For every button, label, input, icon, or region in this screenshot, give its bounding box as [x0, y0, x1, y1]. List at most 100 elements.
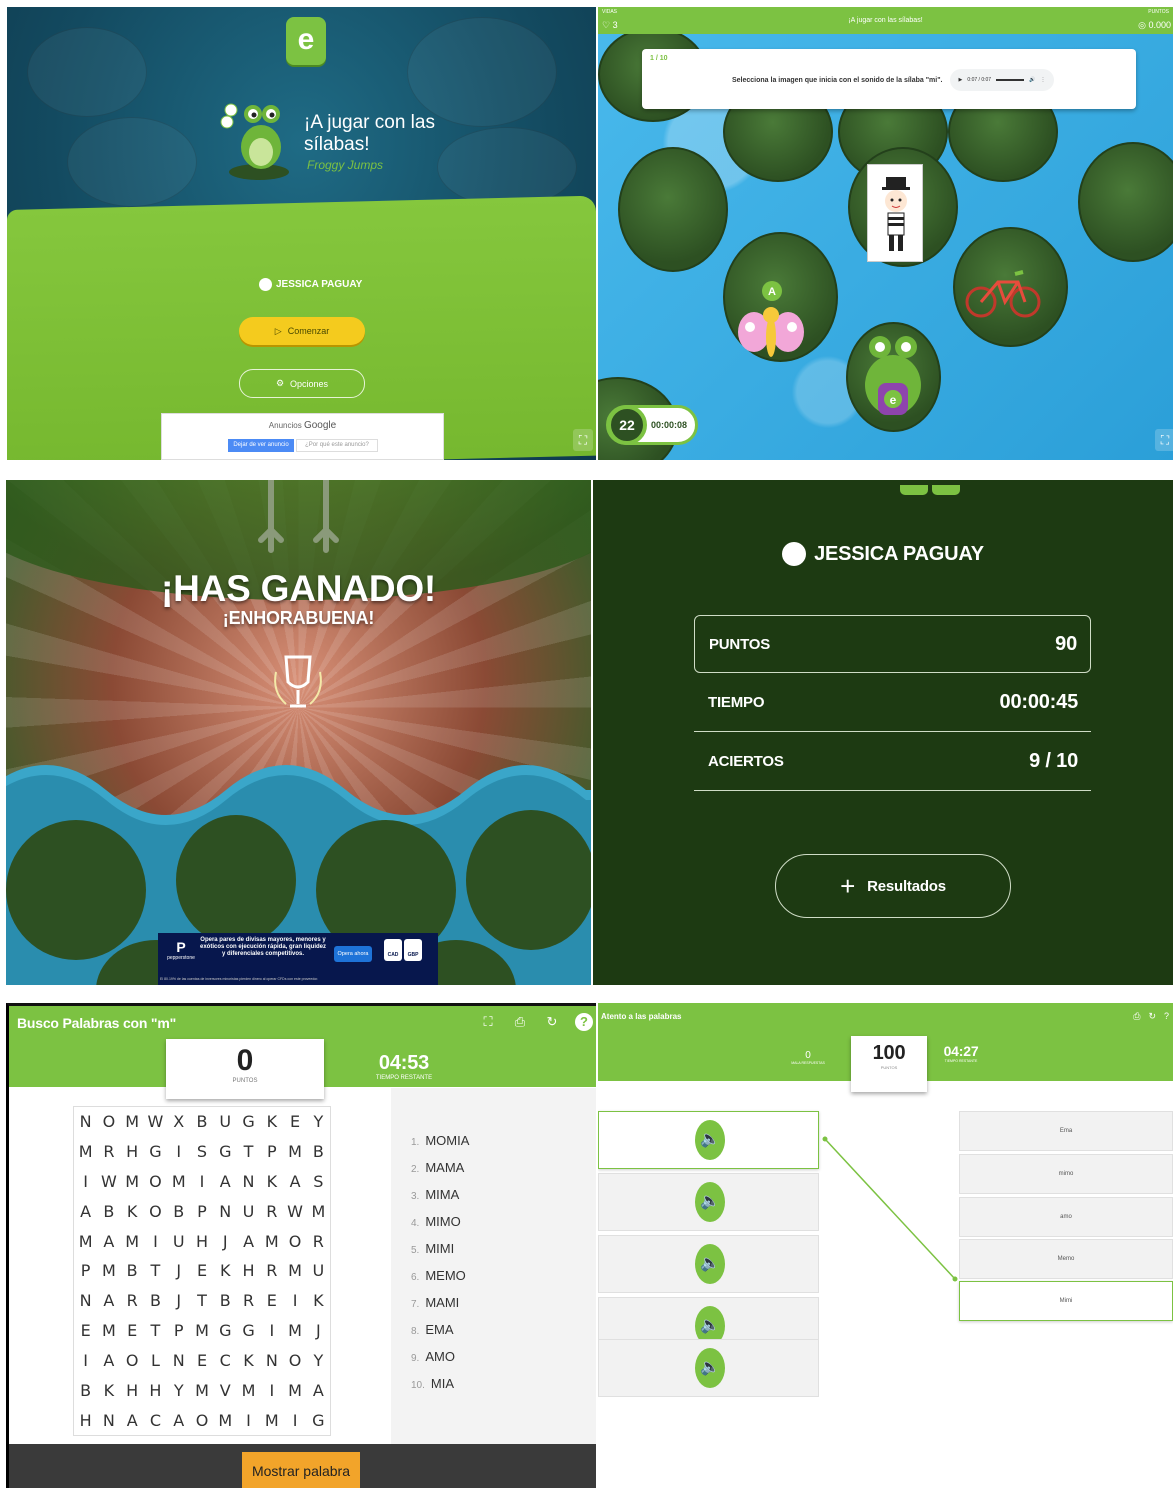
speaker-icon[interactable]: 🔈	[695, 1348, 725, 1388]
show-word-button[interactable]: Mostrar palabra	[242, 1452, 360, 1488]
grid-letter[interactable]: K	[220, 1261, 231, 1280]
audio-progress[interactable]	[996, 79, 1025, 81]
grid-letter[interactable]: M	[242, 1381, 256, 1400]
grid-letter[interactable]: G	[242, 1321, 254, 1340]
grid-letter[interactable]: N	[103, 1411, 115, 1430]
grid-letter[interactable]: B	[313, 1142, 324, 1161]
grid-letter[interactable]: K	[104, 1381, 115, 1400]
play-icon[interactable]: ▶	[959, 77, 963, 83]
grid-letter[interactable]: E	[197, 1351, 207, 1370]
grid-letter[interactable]: I	[293, 1291, 298, 1310]
grid-letter[interactable]: I	[200, 1172, 205, 1191]
grid-letter[interactable]: O	[149, 1172, 162, 1191]
grid-letter[interactable]: B	[197, 1112, 208, 1131]
grid-letter[interactable]: V	[220, 1381, 231, 1400]
grid-letter[interactable]: I	[153, 1232, 158, 1251]
grid-letter[interactable]: P	[81, 1261, 91, 1280]
more-icon[interactable]: ⋮	[1040, 77, 1045, 83]
grid-letter[interactable]: O	[126, 1351, 139, 1370]
grid-letter[interactable]: E	[267, 1291, 277, 1310]
letter-grid[interactable]: NOMWXBUGKEYMRHGISGTPMBIWMOMIANKASABKOBPN…	[73, 1106, 331, 1436]
grid-letter[interactable]: B	[220, 1291, 231, 1310]
fullscreen-icon[interactable]: ⛶	[479, 1013, 497, 1031]
grid-letter[interactable]: Y	[313, 1112, 323, 1131]
grid-letter[interactable]: K	[267, 1172, 278, 1191]
grid-letter[interactable]: M	[288, 1142, 302, 1161]
grid-letter[interactable]: G	[312, 1411, 324, 1430]
grid-letter[interactable]: M	[79, 1232, 93, 1251]
grid-letter[interactable]: G	[219, 1142, 231, 1161]
grid-letter[interactable]: A	[313, 1381, 324, 1400]
grid-letter[interactable]: R	[243, 1291, 254, 1310]
grid-letter[interactable]: O	[149, 1202, 162, 1221]
grid-letter[interactable]: E	[290, 1112, 300, 1131]
grid-letter[interactable]: H	[243, 1261, 255, 1280]
grid-letter[interactable]: N	[266, 1351, 278, 1370]
grid-letter[interactable]: H	[126, 1142, 138, 1161]
grid-letter[interactable]: M	[218, 1411, 232, 1430]
grid-letter[interactable]: M	[265, 1411, 279, 1430]
grid-letter[interactable]: K	[243, 1351, 254, 1370]
speaker-icon[interactable]: 🔈	[695, 1120, 725, 1160]
grid-letter[interactable]: H	[149, 1381, 161, 1400]
grid-letter[interactable]: M	[265, 1232, 279, 1251]
start-button[interactable]: ▷ Comenzar	[239, 317, 365, 345]
grid-letter[interactable]: I	[269, 1381, 274, 1400]
grid-letter[interactable]: A	[220, 1172, 231, 1191]
grid-letter[interactable]: M	[288, 1261, 302, 1280]
grid-letter[interactable]: K	[313, 1291, 324, 1310]
grid-letter[interactable]: M	[79, 1142, 93, 1161]
audio-card[interactable]: 🔈	[598, 1173, 819, 1231]
grid-letter[interactable]: B	[80, 1381, 91, 1400]
pepperstone-ad[interactable]: Ppepperstone Opera pares de divisas mayo…	[158, 933, 438, 985]
word-card[interactable]: amo	[959, 1197, 1173, 1237]
speaker-icon[interactable]: 🔈	[695, 1244, 725, 1284]
grid-letter[interactable]: H	[126, 1381, 138, 1400]
volume-icon[interactable]: 🔊	[1029, 77, 1035, 83]
grid-letter[interactable]: A	[80, 1202, 91, 1221]
grid-letter[interactable]: U	[219, 1112, 231, 1131]
word-card[interactable]: mimo	[959, 1154, 1173, 1194]
fullscreen-icon[interactable]: ⛶	[1155, 429, 1173, 451]
grid-letter[interactable]: S	[313, 1172, 323, 1191]
grid-letter[interactable]: E	[197, 1261, 207, 1280]
grid-letter[interactable]: A	[103, 1351, 114, 1370]
grid-letter[interactable]: B	[150, 1291, 161, 1310]
grid-letter[interactable]: J	[176, 1261, 181, 1280]
grid-letter[interactable]: E	[81, 1321, 91, 1340]
grid-letter[interactable]: A	[243, 1232, 254, 1251]
grid-letter[interactable]: M	[195, 1321, 209, 1340]
grid-letter[interactable]: O	[196, 1411, 209, 1430]
grid-letter[interactable]: M	[311, 1202, 325, 1221]
grid-letter[interactable]: M	[172, 1172, 186, 1191]
grid-letter[interactable]: K	[267, 1112, 278, 1131]
grid-letter[interactable]: I	[269, 1321, 274, 1340]
grid-letter[interactable]: M	[102, 1321, 116, 1340]
results-button[interactable]: + Resultados	[775, 854, 1011, 918]
grid-letter[interactable]: H	[196, 1232, 208, 1251]
ad-cta-button[interactable]: Opera ahora	[334, 946, 372, 962]
word-card[interactable]: Memo	[959, 1239, 1173, 1279]
grid-letter[interactable]: U	[243, 1202, 255, 1221]
grid-letter[interactable]: J	[223, 1232, 228, 1251]
grid-letter[interactable]: G	[149, 1142, 161, 1161]
grid-letter[interactable]: P	[174, 1321, 184, 1340]
grid-letter[interactable]: M	[288, 1381, 302, 1400]
grid-letter[interactable]: N	[80, 1112, 92, 1131]
grid-letter[interactable]: I	[83, 1172, 88, 1191]
grid-letter[interactable]: R	[127, 1291, 138, 1310]
audio-card[interactable]: 🔈	[598, 1111, 819, 1169]
grid-letter[interactable]: I	[246, 1411, 251, 1430]
grid-letter[interactable]: M	[125, 1112, 139, 1131]
grid-letter[interactable]: N	[173, 1351, 185, 1370]
grid-letter[interactable]: X	[173, 1112, 184, 1131]
grid-letter[interactable]: A	[103, 1232, 114, 1251]
grid-letter[interactable]: P	[267, 1142, 277, 1161]
audio-card[interactable]: 🔈	[598, 1339, 819, 1397]
grid-letter[interactable]: W	[287, 1202, 303, 1221]
grid-letter[interactable]: R	[103, 1142, 114, 1161]
grid-letter[interactable]: T	[151, 1321, 161, 1340]
grid-letter[interactable]: U	[313, 1261, 325, 1280]
grid-letter[interactable]: N	[243, 1172, 255, 1191]
grid-letter[interactable]: R	[266, 1261, 277, 1280]
